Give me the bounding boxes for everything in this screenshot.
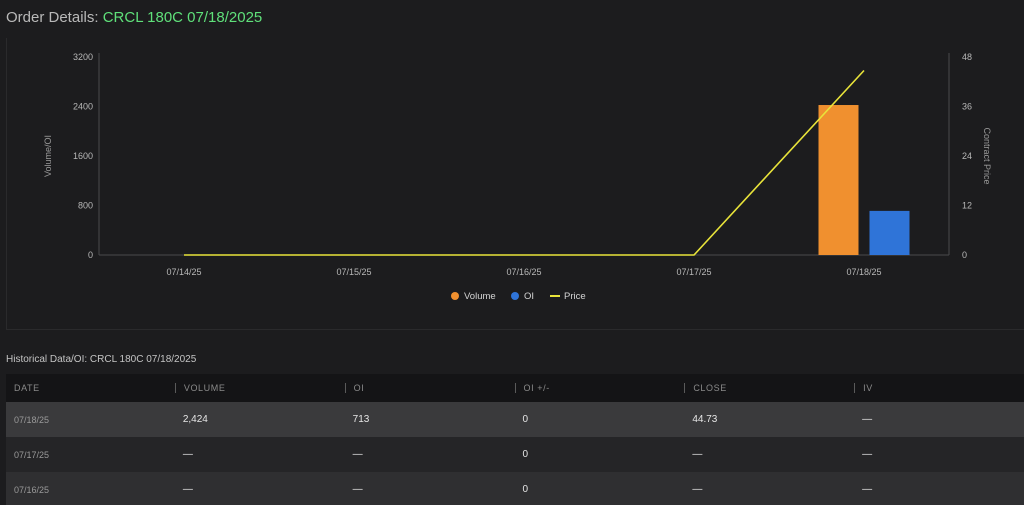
column-header-volume[interactable]: VOLUME [174,383,345,393]
column-separator [174,383,176,393]
cell-oi-change: 0 [522,414,529,425]
cell-iv: — [862,484,873,495]
x-tick-label: 07/16/25 [506,267,541,277]
cell-oi-change: 0 [522,449,529,460]
y-right-tick-label: 48 [962,52,972,62]
y-axis-left-title: Volume/OI [43,135,53,177]
y-axis-right-title: Contract Price [982,127,992,184]
column-separator [854,383,856,393]
legend-volume-marker [451,292,459,300]
cell-iv: — [862,414,873,425]
y-right-tick-label: 0 [962,250,967,260]
column-header-date[interactable]: DATE [6,383,175,393]
cell-date: 07/18/25 [14,414,50,425]
cell-oi-change: 0 [522,484,529,495]
cell-volume: — [182,484,193,495]
column-header-iv[interactable]: IV [854,383,1024,393]
y-right-tick-label: 24 [962,151,972,161]
y-left-tick-label: 2400 [73,102,93,112]
y-left-tick-label: 0 [88,250,93,260]
y-left-tick-label: 1600 [73,151,93,161]
column-separator [684,383,686,393]
cell-oi: — [352,449,363,460]
table-row[interactable]: 07/17/25 — — 0 — — [6,437,1024,472]
y-left-tick-label: 800 [78,201,93,211]
table-header-row: DATE VOLUME OI OI +/- CLOSE IV [6,374,1024,402]
y-right-tick-label: 12 [962,201,972,211]
order-details-title: Order Details: CRCL 180C 07/18/2025 [6,9,262,26]
x-tick-label: 07/17/25 [676,267,711,277]
table-row[interactable]: 07/16/25 — — 0 — — [6,472,1024,505]
cell-date: 07/17/25 [14,449,50,460]
cell-close: 44.73 [692,414,718,425]
x-tick-label: 07/18/25 [846,267,881,277]
cell-oi: — [352,484,363,495]
x-tick-label: 07/15/25 [336,267,371,277]
column-header-oi[interactable]: OI [344,383,515,393]
cell-close: — [692,449,703,460]
legend-oi-marker [511,292,519,300]
legend-price-label: Price [564,291,586,302]
y-left-tick-label: 3200 [73,52,93,62]
cell-volume: — [182,449,193,460]
column-header-close[interactable]: CLOSE [684,383,854,393]
cell-date: 07/16/25 [14,484,50,495]
x-tick-label: 07/14/25 [166,267,201,277]
column-separator [514,383,516,393]
title-symbol: CRCL 180C 07/18/2025 [102,9,263,26]
cell-close: — [692,484,703,495]
column-header-oi-change[interactable]: OI +/- [514,383,685,393]
column-separator [344,383,346,393]
historical-data-table: DATE VOLUME OI OI +/- CLOSE IV 07/18/25 … [6,374,1024,505]
legend-volume-label: Volume [464,291,496,302]
volume-oi-price-chart: 3200 2400 1600 800 0 48 36 24 12 0 Volume/OI Contra… [43,52,992,302]
historical-data-title: Historical Data/OI: CRCL 180C 07/18/2025 [6,354,197,365]
volume-bar [818,105,859,255]
legend-oi-label: OI [524,291,534,302]
cell-oi: 713 [352,414,370,425]
chart-panel: 3200 2400 1600 800 0 48 36 24 12 0 Volume/OI Contra… [6,38,1024,330]
y-right-tick-label: 36 [962,102,972,112]
oi-bar [869,210,910,255]
table-row[interactable]: 07/18/25 2,424 713 0 44.73 — [6,402,1024,437]
price-line [184,69,865,256]
title-prefix: Order Details: [6,9,103,26]
cell-volume: 2,424 [182,414,208,425]
cell-iv: — [862,449,873,460]
